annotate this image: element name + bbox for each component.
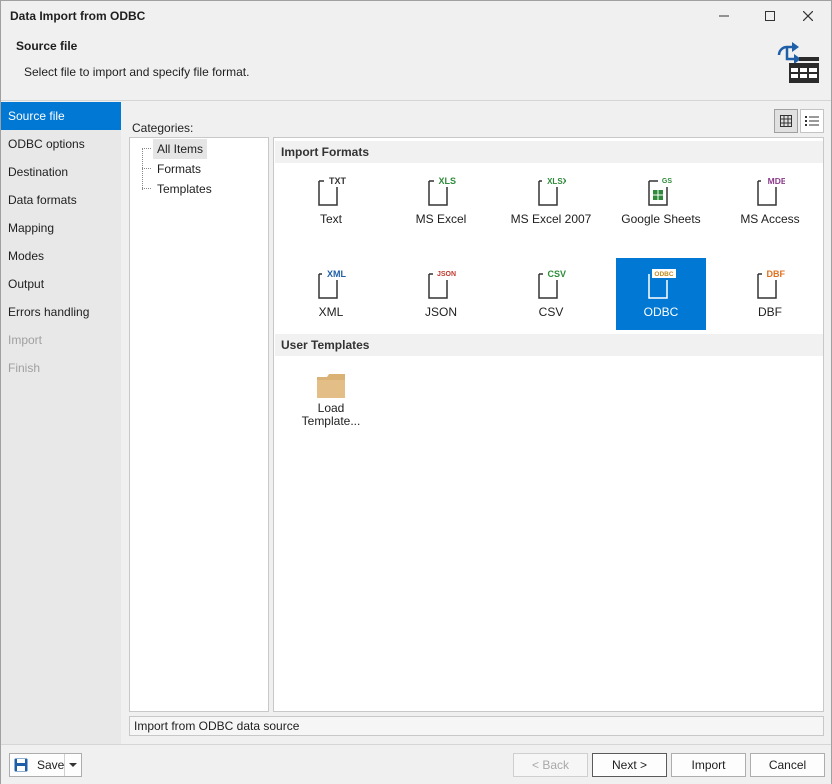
save-button[interactable]: Save xyxy=(10,754,66,776)
next-button[interactable]: Next > xyxy=(592,753,667,777)
format-tile-ms-access[interactable]: MDB MS Access xyxy=(725,165,815,237)
template-label: Load Template... xyxy=(286,402,376,428)
grid-icon xyxy=(780,115,792,127)
txt-file-icon: TXT xyxy=(318,176,346,206)
format-label: ODBC xyxy=(643,305,679,319)
tree-item-templates[interactable]: Templates xyxy=(130,179,268,199)
format-tile-odbc[interactable]: ODBC ODBC xyxy=(616,258,706,330)
nav-item-finish: Finish xyxy=(8,361,41,375)
svg-text:DBF: DBF xyxy=(767,269,786,279)
title-bar: Data Import from ODBC xyxy=(1,1,831,31)
import-wizard-window: Data Import from ODBC Source file Select… xyxy=(0,0,832,784)
format-label: DBF xyxy=(758,305,782,319)
google-sheets-file-icon: GS xyxy=(648,178,672,206)
nav-item-source-file[interactable]: Source file xyxy=(1,102,121,130)
format-tile-json[interactable]: JSON JSON xyxy=(396,258,486,330)
wizard-steps-nav: Source file ODBC options Destination Dat… xyxy=(1,102,121,744)
view-toggle xyxy=(774,109,824,133)
tree-item-label: Formats xyxy=(157,162,202,176)
main-content: Categories: All Items Formats Templates … xyxy=(121,102,831,744)
svg-text:MDB: MDB xyxy=(768,176,785,186)
odbc-file-icon: ODBC xyxy=(648,269,676,299)
save-dropdown-button[interactable] xyxy=(65,754,81,776)
list-icon xyxy=(805,116,819,126)
svg-text:XLS: XLS xyxy=(438,176,456,186)
nav-item-data-formats[interactable]: Data formats xyxy=(1,186,121,214)
format-label: XML xyxy=(318,305,344,319)
user-templates-header: User Templates xyxy=(275,334,823,356)
format-label: Text xyxy=(319,212,342,226)
svg-text:GS: GS xyxy=(662,178,672,185)
chevron-down-icon xyxy=(69,762,78,767)
step-title: Source file xyxy=(16,39,78,53)
format-tile-csv[interactable]: CSV CSV xyxy=(506,258,596,330)
format-label: Google Sheets xyxy=(621,212,701,226)
list-view-button[interactable] xyxy=(800,109,824,133)
save-split-button: Save xyxy=(9,753,82,777)
nav-item-odbc-options[interactable]: ODBC options xyxy=(1,130,121,158)
import-button[interactable]: Import xyxy=(671,753,746,777)
cancel-button[interactable]: Cancel xyxy=(750,753,825,777)
load-template-tile[interactable]: Load Template... xyxy=(286,358,376,434)
close-icon xyxy=(803,11,813,21)
format-label: MS Excel 2007 xyxy=(510,212,592,226)
categories-tree: All Items Formats Templates xyxy=(129,137,269,712)
maximize-icon xyxy=(765,11,775,21)
wizard-footer: Save < Back Next > Import Cancel xyxy=(1,744,831,784)
svg-text:TXT: TXT xyxy=(329,176,346,186)
minimize-button[interactable] xyxy=(701,1,747,31)
template-label-line2: Template... xyxy=(301,414,361,428)
tree-item-label: All Items xyxy=(153,139,208,159)
tile-view-button[interactable] xyxy=(774,109,798,133)
format-tile-google-sheets[interactable]: GS Google Sheets xyxy=(616,165,706,237)
back-button[interactable]: < Back xyxy=(513,753,588,777)
mdb-file-icon: MDB xyxy=(757,176,785,206)
format-label: MS Access xyxy=(740,212,800,226)
format-tile-ms-excel-2007[interactable]: XLSX MS Excel 2007 xyxy=(506,165,596,237)
wizard-header: Source file Select file to import and sp… xyxy=(1,31,831,101)
nav-item-errors-handling[interactable]: Errors handling xyxy=(1,298,121,326)
folder-icon xyxy=(317,374,345,398)
import-table-icon xyxy=(773,41,821,88)
json-file-icon: JSON xyxy=(428,271,456,299)
import-formats-header: Import Formats xyxy=(275,141,823,163)
format-label: MS Excel xyxy=(415,212,467,226)
nav-item-import: Import xyxy=(8,333,43,347)
format-tile-xml[interactable]: XML XML xyxy=(286,258,376,330)
xml-file-icon: XML xyxy=(318,269,346,299)
tree-item-formats[interactable]: Formats xyxy=(130,159,268,179)
close-button[interactable] xyxy=(785,1,831,31)
tree-item-label: Templates xyxy=(157,182,212,196)
nav-item-output[interactable]: Output xyxy=(1,270,121,298)
xlsx-file-icon: XLSX xyxy=(538,177,566,206)
csv-file-icon: CSV xyxy=(538,269,566,299)
format-tile-text[interactable]: TXT Text xyxy=(286,165,376,237)
tree-item-all-items[interactable]: All Items xyxy=(130,139,268,159)
svg-text:CSV: CSV xyxy=(547,269,566,279)
nav-item-destination[interactable]: Destination xyxy=(1,158,121,186)
format-label: JSON xyxy=(424,305,457,319)
nav-item-mapping[interactable]: Mapping xyxy=(1,214,121,242)
format-label: CSV xyxy=(538,305,564,319)
svg-text:JSON: JSON xyxy=(437,271,456,278)
xls-file-icon: XLS xyxy=(428,176,456,206)
save-label: Save xyxy=(37,758,65,772)
svg-text:ODBC: ODBC xyxy=(654,271,673,278)
categories-label: Categories: xyxy=(132,121,194,135)
minimize-icon xyxy=(719,15,729,17)
svg-text:XML: XML xyxy=(327,269,346,279)
window-title: Data Import from ODBC xyxy=(10,9,146,23)
format-description: Import from ODBC data source xyxy=(129,716,824,736)
dbf-file-icon: DBF xyxy=(757,269,786,299)
step-description: Select file to import and specify file f… xyxy=(24,65,250,79)
format-gallery: Import Formats TXT Text XLS MS Excel XLS… xyxy=(273,137,824,712)
format-tile-ms-excel[interactable]: XLS MS Excel xyxy=(396,165,486,237)
svg-text:XLSX: XLSX xyxy=(547,177,566,186)
floppy-disk-icon xyxy=(14,758,28,772)
nav-item-modes[interactable]: Modes xyxy=(1,242,121,270)
format-tile-dbf[interactable]: DBF DBF xyxy=(725,258,815,330)
